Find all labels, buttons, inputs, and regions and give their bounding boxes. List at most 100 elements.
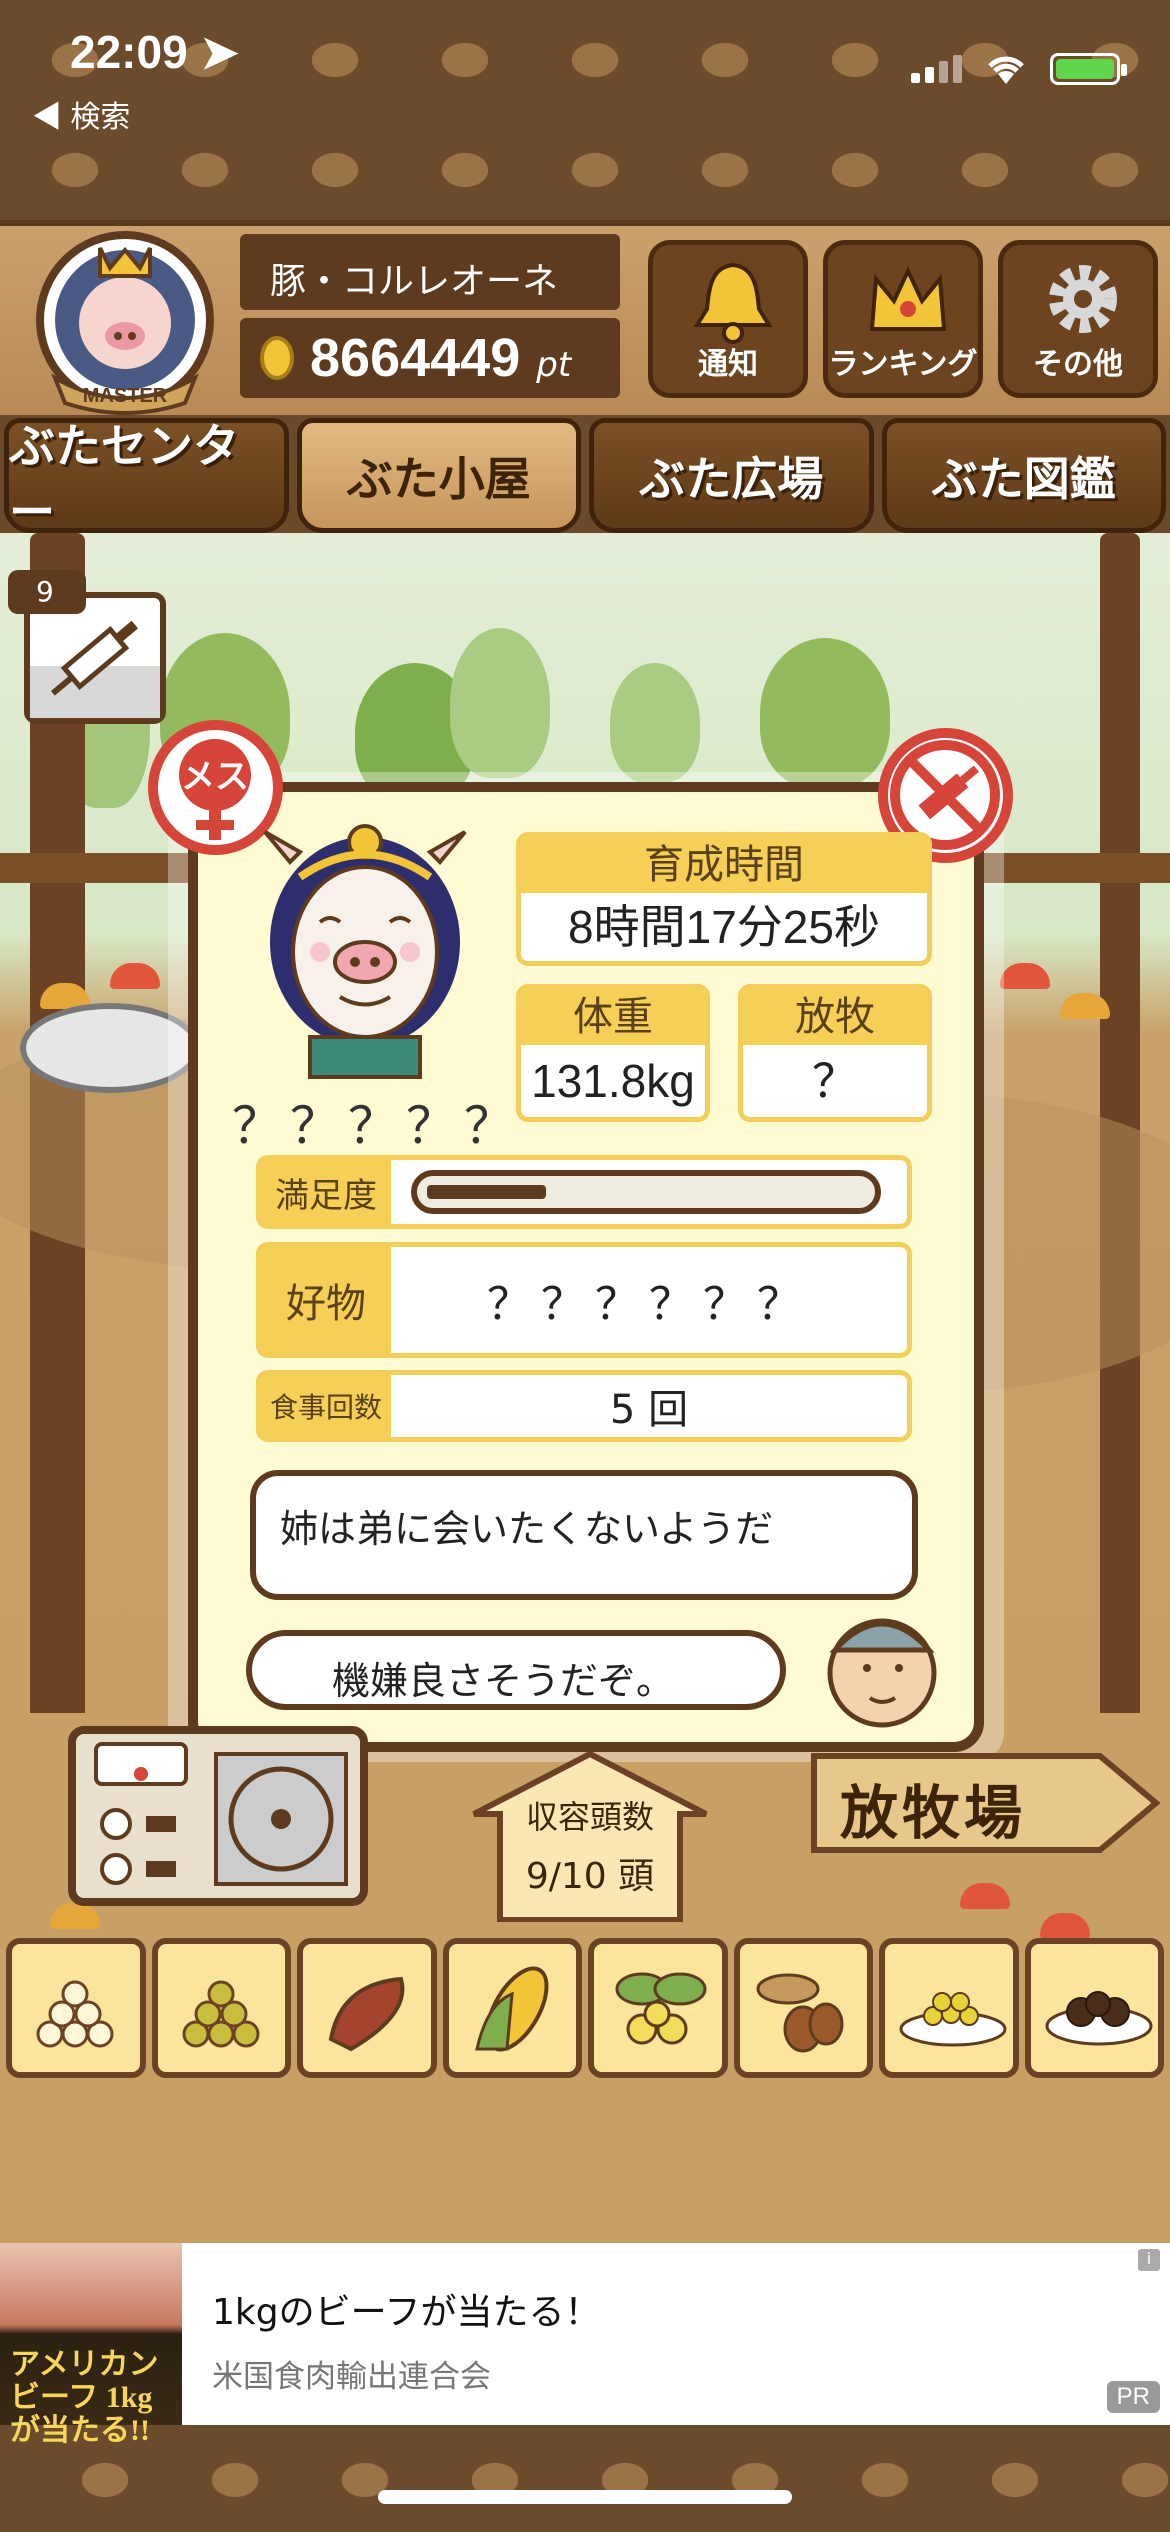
food-slot-acorn[interactable] [733,1938,873,2078]
ad-image-text: アメリカンビーフ 1kgが当たる!! [10,2348,159,2447]
crown-icon [869,266,947,331]
ad-image[interactable]: アメリカンビーフ 1kgが当たる!! [0,2243,182,2447]
weight-value: 131.8kg [531,1055,695,1107]
weight-label: 体重 [521,989,705,1045]
pig-portrait [263,824,467,1079]
growth-time-value: 8時間17分25秒 [568,901,880,953]
growth-time-label: 育成時間 [521,837,927,893]
ranking-label: ランキング [828,347,978,382]
bell-icon [693,262,773,344]
satisfaction-meter [391,1160,907,1224]
status-icons [911,52,1127,86]
points-display: 8664449 pt [240,318,620,398]
sweet-potato-icon [328,1976,405,2052]
capacity-value: 9/10 頭 [525,1856,655,1897]
grain-white-icon [36,1980,114,2048]
pasture-sign-button[interactable]: 放牧場 [810,1748,1161,1858]
ad-info-icon[interactable]: i [1138,2249,1160,2271]
wifi-icon [988,56,1024,84]
syringe-count: 9 [8,570,86,614]
satisfaction-row: 満足度 [256,1155,912,1229]
corn-icon [474,1966,548,2052]
food-slot-corn[interactable] [442,1938,582,2078]
svg-text:MASTER: MASTER [83,385,168,407]
acorn-icon [756,1973,843,2053]
ad-title[interactable]: 1kgのビーフが当たる！ [212,2283,600,2335]
status-time: 22:09 ➤ [70,26,239,78]
mushroom [960,1883,1010,1909]
tab-pig-hut[interactable]: ぶた小屋 [296,418,581,533]
player-name: 豚・コルレオーネ [240,234,620,310]
notification-label: 通知 [698,347,758,382]
food-slot-grain-yellow[interactable] [151,1938,291,2078]
grazing-box: 放牧 ？ [738,984,932,1122]
pig-name: ？？？？？ [232,1097,522,1155]
tree [610,663,700,783]
syringe-icon [30,620,160,718]
beans-plate-icon [899,1992,1007,2047]
growth-time-box: 育成時間 8時間17分25秒 [516,832,932,966]
meal-count-row: 食事回数 5 回 [256,1370,912,1442]
points-value: 8664449 [310,328,521,388]
meals-label: 食事回数 [261,1375,391,1437]
grazing-value: ？ [812,1055,858,1107]
truffle-plate-icon [1045,1991,1152,2046]
grain-yellow-icon [182,1980,259,2048]
tree [450,628,550,778]
mushroom [50,1903,100,1929]
ad-advertiser: 米国食肉輸出連合会 [212,2359,491,2395]
other-menu-label: その他 [1033,347,1123,382]
meals-value: 5 回 [609,1387,689,1433]
favorite-food-row: 好物 ？？？？？？ [256,1242,912,1358]
food-slot-grain-white[interactable] [6,1938,146,2078]
tab-pig-center[interactable]: ぶたセンター [4,418,289,539]
food-slot-truffle-plate[interactable] [1024,1938,1164,2078]
other-menu-button[interactable]: その他 [998,240,1158,398]
capacity-label: 収容頭数 [525,1798,654,1836]
battery-icon [1050,53,1127,85]
tab-pig-square[interactable]: ぶた広場 [589,418,874,533]
farm-machine[interactable] [68,1726,368,1906]
status-bar: 22:09 ➤ ◀ 検索 [0,0,1170,134]
mushroom [110,963,160,989]
favorite-label: 好物 [261,1247,391,1353]
cellular-signal-icon [911,55,962,83]
back-to-search-link[interactable]: ◀ 検索 [32,92,130,136]
pig-speech-bubble: 姉は弟に会いたくないようだ [250,1470,918,1600]
bottom-pattern-background [0,2425,1170,2532]
mood-text: 機嫌良さそうだぞ。 [332,1659,675,1703]
tree [760,638,890,788]
points-unit: pt [536,345,572,385]
satisfaction-bar-fill [427,1185,546,1199]
pasture-sign-label: 放牧場 [840,1779,1027,1847]
ad-pr-badge: PR [1106,2381,1160,2413]
food-slot-beans-plate[interactable] [879,1938,1019,2078]
farmer-icon [827,1618,937,1728]
mood-bubble: 機嫌良さそうだぞ。 [246,1630,786,1710]
capacity-sign: 収容頭数 9/10 頭 [470,1750,710,1923]
satisfaction-label: 満足度 [261,1160,391,1224]
gear-icon [1049,265,1117,333]
ranking-button[interactable]: ランキング [823,240,983,398]
master-avatar[interactable]: MASTER [25,228,225,418]
grazing-label: 放牧 [743,989,927,1045]
nuts-leaf-icon [615,1972,707,2045]
notification-button[interactable]: 通知 [648,240,808,398]
pig-speech-text: 姉は弟に会いたくないようだ [280,1507,774,1551]
ad-banner[interactable]: アメリカンビーフ 1kgが当たる!! 1kgのビーフが当たる！ 米国食肉輸出連合… [0,2243,1170,2447]
food-selection-bar [0,1938,1170,2078]
favorite-value: ？？？？？？ [487,1279,811,1330]
pig-avatar-icon: MASTER [36,231,214,415]
mushroom [1040,1913,1090,1939]
home-indicator[interactable] [378,2490,792,2504]
weight-box: 体重 131.8kg [516,984,710,1122]
main-nav: ぶたセンター ぶた小屋 ぶた広場 ぶた図鑑 [0,418,1170,539]
tab-pig-encyclopedia[interactable]: ぶた図鑑 [881,418,1166,533]
food-slot-nuts-leaf[interactable] [588,1938,728,2078]
satisfaction-bar [411,1170,881,1214]
food-slot-sweet-potato[interactable] [297,1938,437,2078]
coin-icon [260,336,294,380]
fan-machine-icon [94,1742,348,1886]
mushroom [1000,963,1050,989]
svg-text:メス: メス [181,757,249,797]
